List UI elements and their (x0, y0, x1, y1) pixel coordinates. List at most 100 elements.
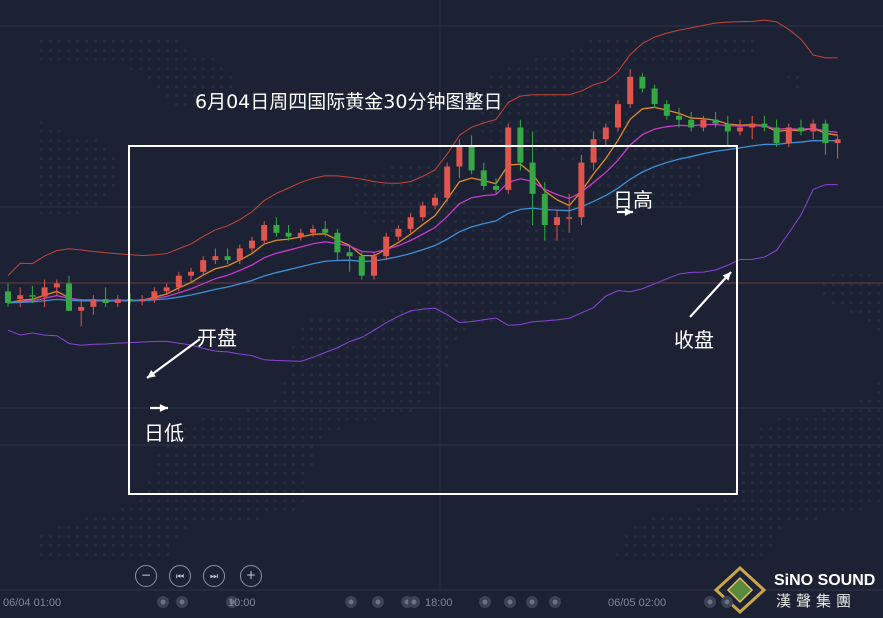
candle-body (578, 162, 585, 218)
candle-body (53, 283, 60, 288)
candle-body (5, 291, 11, 303)
skip-forward-button[interactable]: ⏭ (203, 565, 225, 587)
x-tick-label: 10:00 (228, 597, 256, 609)
candle-body (700, 119, 707, 128)
scroll-dot-core (707, 599, 713, 605)
candle-body (395, 228, 402, 237)
open-annotation: 开盘 (197, 326, 237, 350)
x-tick-label: 06/05 02:00 (608, 597, 667, 609)
skip-forward-icon: ⏭ (209, 572, 219, 582)
candle-body (102, 299, 109, 303)
candle-body (358, 256, 365, 276)
minus-icon: − (140, 568, 152, 582)
candle-body (322, 228, 329, 233)
candle-body (249, 240, 255, 249)
candle-body (175, 275, 182, 288)
candle-body (468, 147, 475, 171)
candle-body (712, 119, 719, 124)
open-arrow (146, 338, 201, 379)
x-tick-label: 06/04 01:00 (3, 597, 62, 609)
scroll-dot-core (348, 599, 354, 605)
candle-body (493, 186, 499, 190)
candle-body (822, 123, 829, 144)
candle-body (200, 260, 207, 272)
candle-body (554, 217, 560, 225)
zoom-out-button[interactable]: − (135, 565, 157, 587)
candle-body (798, 127, 804, 132)
candle-body (139, 299, 146, 302)
candle-body (761, 123, 768, 128)
candle-body (627, 76, 634, 105)
candle-body (749, 123, 756, 128)
candle-body (334, 232, 341, 253)
world-map-dots (40, 40, 880, 556)
scroll-dot-core (529, 599, 535, 605)
low-arrow-head (159, 404, 168, 412)
candle-body (615, 104, 621, 128)
scroll-dot-core (482, 599, 488, 605)
candle-body (29, 295, 36, 297)
candle-body (236, 248, 243, 261)
low-annotation: 日低 (144, 421, 184, 445)
candle-body (407, 217, 414, 229)
candle-body (346, 252, 353, 257)
high-annotation: 日高 (613, 188, 653, 212)
candle-body (480, 170, 487, 186)
candle-body (163, 287, 170, 292)
candle-body (724, 123, 731, 132)
skip-back-icon: ⏮ (175, 572, 185, 582)
candle-body (785, 127, 792, 144)
candle-body (456, 147, 463, 167)
indicator-lines (7, 19, 838, 362)
candle-body (371, 256, 377, 276)
x-tick-label: 18:00 (425, 597, 453, 609)
scroll-dot-core (160, 599, 166, 605)
candle-body (17, 295, 24, 300)
logo-subtitle: 漢聲集團 (776, 592, 857, 610)
close-arrow (689, 271, 732, 318)
candle-body (78, 306, 85, 311)
candle-body (566, 217, 573, 219)
chart-title: 6月04日周四国际黄金30分钟图整日 (195, 91, 503, 113)
scroll-dot-core (375, 599, 381, 605)
candle-body (419, 205, 426, 218)
close-annotation: 收盘 (674, 328, 714, 352)
candle-body (41, 287, 48, 297)
candle-body (676, 115, 682, 120)
candle-body (773, 127, 780, 144)
candle-body (444, 166, 451, 198)
zoom-in-button[interactable]: + (240, 565, 262, 587)
candle-body (212, 256, 219, 261)
scroll-dot-core (552, 599, 558, 605)
candle-body (639, 76, 646, 89)
candle-body (737, 127, 743, 132)
scroll-dot-core (724, 599, 730, 605)
candle-body (188, 271, 194, 276)
candle-body (285, 232, 292, 237)
scroll-dot-core (507, 599, 513, 605)
candle-body (541, 193, 548, 225)
candle-body (663, 104, 670, 116)
candle-body (834, 139, 841, 144)
candle-body (224, 256, 231, 261)
candle-body (90, 299, 97, 307)
candle-body (66, 283, 72, 311)
candle-body (432, 197, 438, 206)
candle-body (114, 299, 121, 303)
candle-body (590, 139, 597, 163)
candle-body (297, 232, 304, 237)
candle-body (505, 127, 512, 190)
candle-body (273, 225, 280, 233)
skip-back-button[interactable]: ⏮ (169, 565, 191, 587)
candle-body (810, 123, 817, 132)
ma-slow-line (7, 139, 838, 304)
candle-body (310, 228, 316, 233)
candle-body (383, 236, 390, 257)
candle-body (602, 127, 609, 140)
candle-body (261, 225, 268, 241)
candle-body (688, 119, 695, 128)
logo-name: SiNO SOUND (774, 572, 876, 589)
scroll-dot-core (411, 599, 417, 605)
plus-icon: + (245, 568, 257, 582)
candle-body (151, 291, 158, 300)
